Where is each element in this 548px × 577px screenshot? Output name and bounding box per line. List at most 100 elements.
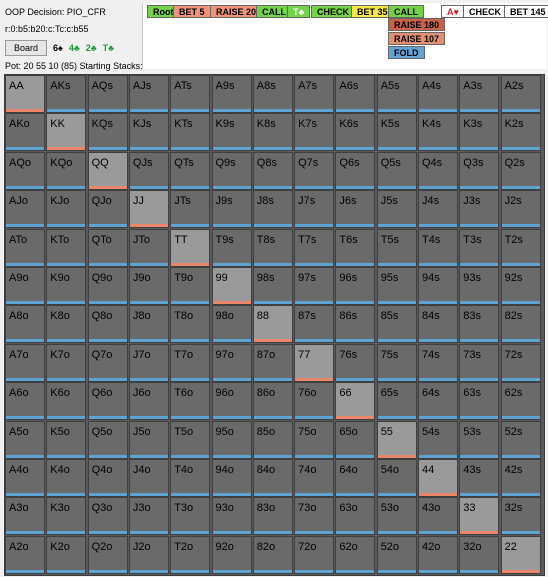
hand-cell[interactable]: 64s: [418, 382, 458, 421]
hand-cell[interactable]: J9s: [211, 190, 252, 229]
hand-cell[interactable]: A8o: [5, 305, 45, 344]
hand-cell[interactable]: Q8o: [87, 305, 128, 344]
hand-cell[interactable]: 55: [376, 420, 417, 459]
hand-cell[interactable]: A7s: [294, 75, 335, 113]
hand-cell[interactable]: Q9s: [211, 151, 252, 190]
hand-cell[interactable]: K5s: [376, 113, 417, 152]
hand-cell[interactable]: 98o: [211, 305, 252, 344]
hand-cell[interactable]: Q2s: [500, 151, 541, 190]
hand-cell[interactable]: 42o: [418, 535, 458, 574]
hand-cell[interactable]: 75o: [294, 420, 335, 459]
hand-cell[interactable]: 95s: [376, 267, 417, 305]
hand-cell[interactable]: T8o: [170, 305, 211, 344]
hand-cell[interactable]: J6s: [335, 190, 376, 229]
hand-cell[interactable]: J4o: [128, 459, 169, 497]
hand-cell[interactable]: K4s: [418, 113, 458, 152]
hand-cell[interactable]: Q7s: [294, 151, 335, 190]
hand-cell[interactable]: K3o: [46, 497, 87, 536]
hand-cell[interactable]: T3s: [459, 228, 500, 267]
hand-cell[interactable]: AA: [5, 75, 45, 113]
hand-cell[interactable]: K7s: [294, 113, 335, 152]
hand-cell[interactable]: J8s: [252, 190, 293, 229]
hand-cell[interactable]: 32o: [459, 535, 500, 574]
hand-cell[interactable]: T4s: [418, 228, 458, 267]
hand-cell[interactable]: 74o: [294, 459, 335, 497]
hand-cell[interactable]: 82o: [252, 535, 293, 574]
hand-cell[interactable]: T5s: [376, 228, 417, 267]
hand-cell[interactable]: Q4o: [87, 459, 128, 497]
action-river-card-button[interactable]: A♥: [441, 5, 465, 18]
hand-cell[interactable]: 44: [418, 459, 458, 497]
hand-cell[interactable]: J4s: [418, 190, 458, 229]
hand-cell[interactable]: JJ: [128, 190, 169, 229]
hand-cell[interactable]: ATs: [170, 75, 211, 113]
hand-cell[interactable]: 73o: [294, 497, 335, 536]
hand-cell[interactable]: Q5s: [376, 151, 417, 190]
hand-cell[interactable]: 86o: [252, 382, 293, 421]
hand-cell[interactable]: 99: [211, 267, 252, 305]
hand-cell[interactable]: T9s: [211, 228, 252, 267]
hand-cell[interactable]: Q3s: [459, 151, 500, 190]
action-bet145-button[interactable]: BET 145: [504, 5, 548, 18]
hand-cell[interactable]: 73s: [459, 343, 500, 382]
hand-cell[interactable]: 76s: [335, 343, 376, 382]
hand-cell[interactable]: 62s: [500, 382, 541, 421]
hand-cell[interactable]: 42s: [500, 459, 541, 497]
hand-cell[interactable]: A6o: [5, 382, 45, 421]
hand-cell[interactable]: 62o: [335, 535, 376, 574]
hand-cell[interactable]: K7o: [46, 343, 87, 382]
hand-cell[interactable]: KQo: [46, 151, 87, 190]
hand-cell[interactable]: Q3o: [87, 497, 128, 536]
hand-cell[interactable]: Q4s: [418, 151, 458, 190]
hand-cell[interactable]: Q8s: [252, 151, 293, 190]
hand-cell[interactable]: 86s: [335, 305, 376, 344]
hand-cell[interactable]: A8s: [252, 75, 293, 113]
hand-cell[interactable]: 32s: [500, 497, 541, 536]
hand-cell[interactable]: AKs: [46, 75, 87, 113]
hand-cell[interactable]: T4o: [170, 459, 211, 497]
hand-cell[interactable]: J2o: [128, 535, 169, 574]
hand-cell[interactable]: AJs: [128, 75, 169, 113]
hand-cell[interactable]: 98s: [252, 267, 293, 305]
hand-cell[interactable]: K5o: [46, 420, 87, 459]
hand-cell[interactable]: T6o: [170, 382, 211, 421]
hand-cell[interactable]: K8o: [46, 305, 87, 344]
hand-cell[interactable]: 82s: [500, 305, 541, 344]
hand-cell[interactable]: A7o: [5, 343, 45, 382]
hand-cell[interactable]: K2s: [500, 113, 541, 152]
hand-cell[interactable]: QQ: [87, 151, 128, 190]
hand-cell[interactable]: T3o: [170, 497, 211, 536]
hand-cell[interactable]: 94s: [418, 267, 458, 305]
hand-cell[interactable]: A4o: [5, 459, 45, 497]
hand-cell[interactable]: A3s: [459, 75, 500, 113]
hand-cell[interactable]: 22: [500, 535, 541, 574]
action-check-button-2[interactable]: CHECK: [463, 5, 508, 18]
hand-cell[interactable]: 92s: [500, 267, 541, 305]
board-button[interactable]: Board: [5, 40, 48, 56]
hand-cell[interactable]: KJo: [46, 190, 87, 229]
hand-cell[interactable]: J9o: [128, 267, 169, 305]
hand-cell[interactable]: A3o: [5, 497, 45, 536]
hand-cell[interactable]: K3s: [459, 113, 500, 152]
hand-cell[interactable]: QTs: [170, 151, 211, 190]
hand-cell[interactable]: K9o: [46, 267, 87, 305]
hand-cell[interactable]: T2s: [500, 228, 541, 267]
hand-cell[interactable]: A5o: [5, 420, 45, 459]
hand-cell[interactable]: 43o: [418, 497, 458, 536]
hand-cell[interactable]: 54s: [418, 420, 458, 459]
hand-cell[interactable]: Q7o: [87, 343, 128, 382]
hand-cell[interactable]: 96o: [211, 382, 252, 421]
hand-cell[interactable]: K4o: [46, 459, 87, 497]
hand-cell[interactable]: 63s: [459, 382, 500, 421]
hand-cell[interactable]: Q9o: [87, 267, 128, 305]
hand-cell[interactable]: 97o: [211, 343, 252, 382]
hand-cell[interactable]: K2o: [46, 535, 87, 574]
action-check-button[interactable]: CHECK: [311, 5, 356, 18]
action-raise20-button[interactable]: RAISE 20: [210, 5, 263, 18]
hand-cell[interactable]: A2o: [5, 535, 45, 574]
hand-cell[interactable]: J7o: [128, 343, 169, 382]
hand-cell[interactable]: AQs: [87, 75, 128, 113]
hand-cell[interactable]: 63o: [335, 497, 376, 536]
hand-cell[interactable]: JTs: [170, 190, 211, 229]
hand-cell[interactable]: 88: [252, 305, 293, 344]
